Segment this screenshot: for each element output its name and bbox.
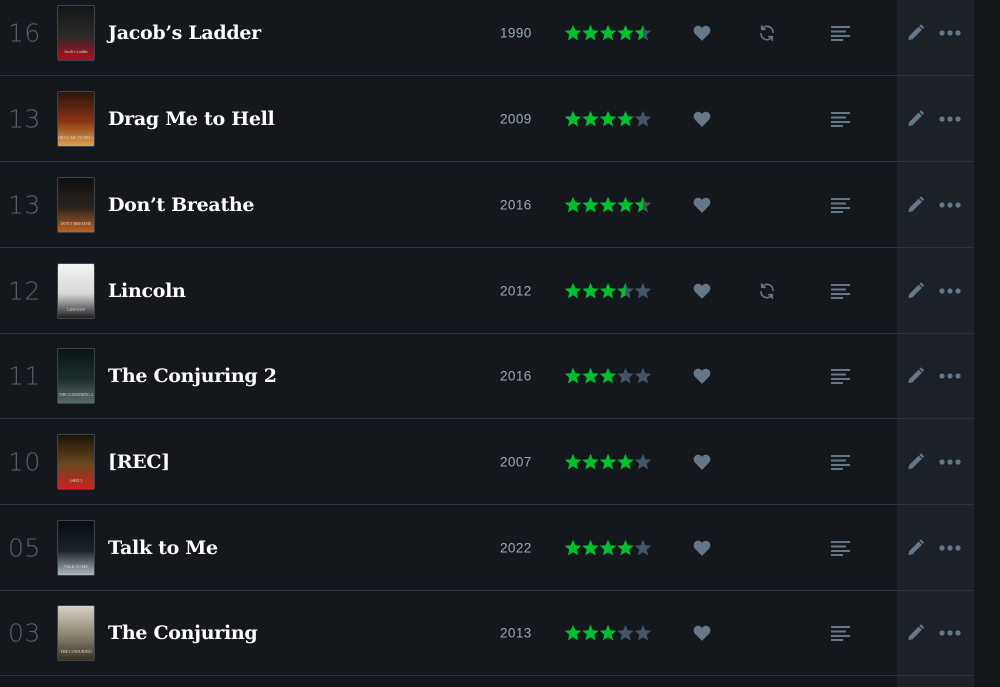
more-options-icon[interactable]	[939, 29, 961, 36]
diary-day[interactable]: 13	[8, 104, 41, 133]
film-poster[interactable]: [•REC]	[57, 433, 95, 490]
film-title[interactable]: Jacob’s Ladder	[108, 22, 261, 44]
diary-entry-row: 03 THE CONJURING The Conjuring 2013	[0, 590, 974, 676]
star-rating[interactable]	[564, 367, 654, 385]
review-lines-icon[interactable]	[831, 197, 850, 213]
diary-day[interactable]: 03	[8, 618, 41, 647]
edit-pencil-icon[interactable]	[906, 109, 925, 128]
like-heart-icon[interactable]	[693, 111, 711, 127]
diary-day[interactable]: 05	[8, 533, 41, 562]
film-title[interactable]: Talk to Me	[108, 537, 218, 559]
poster-caption: DON'T BREATHE	[60, 220, 92, 226]
poster-caption: LINCOLN	[67, 306, 85, 312]
more-options-icon[interactable]	[939, 458, 961, 465]
diary-entry-row: 10 [•REC] [REC] 2007	[0, 419, 974, 505]
poster-caption: [•REC]	[70, 477, 82, 483]
rewatch-icon[interactable]	[758, 24, 776, 42]
film-title[interactable]: [REC]	[108, 451, 170, 473]
film-title[interactable]: Drag Me to Hell	[108, 108, 275, 130]
like-heart-icon[interactable]	[693, 625, 711, 641]
edit-pencil-icon[interactable]	[906, 366, 925, 385]
poster-caption: THE CONJURING 2	[58, 391, 94, 397]
film-title[interactable]: Don’t Breathe	[108, 194, 255, 216]
poster-caption: DRAG ME TO HELL	[58, 134, 94, 140]
more-options-icon[interactable]	[939, 372, 961, 379]
more-options-icon[interactable]	[939, 629, 961, 636]
edit-pencil-icon[interactable]	[906, 195, 925, 214]
poster-caption: THE CONJURING	[60, 648, 92, 654]
review-lines-icon[interactable]	[831, 25, 850, 41]
film-poster[interactable]: THE CONJURING	[57, 604, 95, 661]
edit-pencil-icon[interactable]	[906, 538, 925, 557]
film-poster[interactable]: DRAG ME TO HELL	[57, 90, 95, 147]
edit-pencil-icon[interactable]	[906, 623, 925, 642]
film-poster[interactable]: Jacob's Ladder	[57, 4, 95, 61]
edit-pencil-icon[interactable]	[906, 281, 925, 300]
film-title[interactable]: The Conjuring	[108, 622, 258, 644]
film-year[interactable]: 2012	[500, 283, 532, 298]
diary-entry-row: 13 DRAG ME TO HELL Drag Me to Hell 2009	[0, 76, 974, 162]
like-heart-icon[interactable]	[693, 197, 711, 213]
star-rating[interactable]	[564, 539, 654, 557]
film-poster[interactable]: DON'T BREATHE	[57, 176, 95, 233]
review-lines-icon[interactable]	[831, 283, 850, 299]
star-rating[interactable]	[564, 282, 654, 300]
like-heart-icon[interactable]	[693, 540, 711, 556]
poster-caption: TALK TO ME	[64, 563, 88, 569]
review-lines-icon[interactable]	[831, 111, 850, 127]
diary-entry-row: 13 DON'T BREATHE Don’t Breathe 2016	[0, 162, 974, 248]
film-poster[interactable]: TALK TO ME	[57, 519, 95, 576]
diary-day[interactable]: 12	[8, 276, 41, 305]
poster-caption: Jacob's Ladder	[64, 48, 88, 54]
edit-pencil-icon[interactable]	[906, 452, 925, 471]
edit-pencil-icon[interactable]	[906, 23, 925, 42]
review-lines-icon[interactable]	[831, 540, 850, 556]
like-heart-icon[interactable]	[693, 25, 711, 41]
diary-day[interactable]: 13	[8, 190, 41, 219]
film-poster[interactable]: THE CONJURING 2	[57, 347, 95, 404]
review-lines-icon[interactable]	[831, 454, 850, 470]
more-options-icon[interactable]	[939, 544, 961, 551]
film-year[interactable]: 2016	[500, 197, 532, 212]
diary-day[interactable]: 11	[8, 361, 41, 390]
film-year[interactable]: 1990	[500, 25, 532, 40]
film-title[interactable]: The Conjuring 2	[108, 365, 277, 387]
review-lines-icon[interactable]	[831, 625, 850, 641]
film-title[interactable]: Lincoln	[108, 280, 186, 302]
review-lines-icon[interactable]	[831, 368, 850, 384]
star-rating[interactable]	[564, 624, 654, 642]
like-heart-icon[interactable]	[693, 283, 711, 299]
film-year[interactable]: 2007	[500, 454, 532, 469]
more-options-icon[interactable]	[939, 115, 961, 122]
right-gutter	[974, 0, 1000, 687]
film-year[interactable]: 2022	[500, 540, 532, 555]
star-rating[interactable]	[564, 453, 654, 471]
like-heart-icon[interactable]	[693, 368, 711, 384]
diary-entry-row: 12 LINCOLN Lincoln 2012	[0, 248, 974, 334]
star-rating[interactable]	[564, 196, 654, 214]
film-year[interactable]: 2009	[500, 111, 532, 126]
diary-entry-row: 11 THE CONJURING 2 The Conjuring 2 2016	[0, 333, 974, 419]
film-year[interactable]: 2016	[500, 368, 532, 383]
film-year[interactable]: 2013	[500, 625, 532, 640]
more-options-icon[interactable]	[939, 201, 961, 208]
like-heart-icon[interactable]	[693, 454, 711, 470]
diary-day[interactable]: 16	[8, 18, 41, 47]
more-options-icon[interactable]	[939, 287, 961, 294]
diary-day[interactable]: 10	[8, 447, 41, 476]
rewatch-icon[interactable]	[758, 282, 776, 300]
star-rating[interactable]	[564, 24, 654, 42]
diary-entry-row: 16 Jacob's Ladder Jacob’s Ladder 1990	[0, 0, 974, 76]
diary-entry-row: 05 TALK TO ME Talk to Me 2022	[0, 505, 974, 591]
film-poster[interactable]: LINCOLN	[57, 262, 95, 319]
star-rating[interactable]	[564, 110, 654, 128]
